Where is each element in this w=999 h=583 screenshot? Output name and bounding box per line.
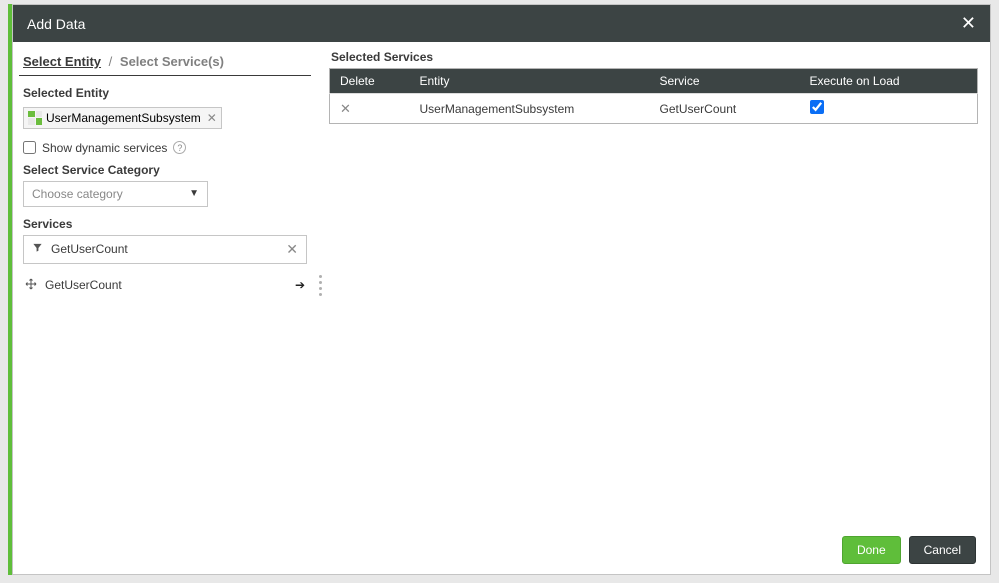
th-execute: Execute on Load	[800, 69, 978, 94]
show-dynamic-label: Show dynamic services	[42, 141, 167, 155]
panel-splitter[interactable]	[315, 42, 325, 528]
selected-entity-label: Selected Entity	[23, 86, 307, 100]
th-entity: Entity	[410, 69, 650, 94]
done-button[interactable]: Done	[842, 536, 901, 564]
services-filter-input[interactable]	[51, 242, 278, 256]
breadcrumb-separator: /	[109, 54, 113, 69]
modal-footer: Done Cancel	[13, 528, 990, 574]
category-dropdown[interactable]: Choose category ▼	[23, 181, 208, 207]
left-panel: Select Entity / Select Service(s) Select…	[13, 42, 315, 528]
selected-entity-chip[interactable]: UserManagementSubsystem ✕	[23, 107, 222, 129]
help-icon[interactable]: ?	[173, 141, 186, 154]
close-icon[interactable]: ✕	[961, 13, 976, 34]
breadcrumb: Select Entity / Select Service(s)	[19, 50, 311, 76]
modal-header: Add Data ✕	[13, 5, 990, 42]
service-item[interactable]: GetUserCount ➔	[19, 270, 311, 301]
entity-icon	[28, 111, 42, 125]
modal-title: Add Data	[27, 16, 85, 32]
delete-row-icon[interactable]: ✕	[340, 101, 351, 116]
execute-on-load-checkbox[interactable]	[810, 100, 824, 114]
arrow-right-icon[interactable]: ➔	[295, 278, 305, 292]
select-category-label: Select Service Category	[23, 163, 307, 177]
th-delete: Delete	[330, 69, 410, 94]
cell-service: GetUserCount	[650, 94, 800, 124]
table-row: ✕ UserManagementSubsystem GetUserCount	[330, 94, 978, 124]
cell-entity: UserManagementSubsystem	[410, 94, 650, 124]
cancel-button[interactable]: Cancel	[909, 536, 976, 564]
add-data-modal: Add Data ✕ Select Entity / Select Servic…	[12, 4, 991, 575]
modal-accent-bar	[8, 4, 12, 575]
breadcrumb-select-services: Select Service(s)	[120, 54, 224, 69]
filter-clear-icon[interactable]: ✕	[286, 241, 298, 258]
service-item-label: GetUserCount	[45, 278, 122, 292]
services-label: Services	[23, 217, 307, 231]
breadcrumb-select-entity[interactable]: Select Entity	[23, 54, 101, 69]
show-dynamic-checkbox[interactable]	[23, 141, 36, 154]
services-filter: ✕	[23, 235, 307, 264]
move-icon	[25, 278, 37, 293]
selected-services-label: Selected Services	[329, 50, 978, 64]
chevron-down-icon: ▼	[189, 188, 199, 199]
th-service: Service	[650, 69, 800, 94]
category-placeholder: Choose category	[32, 187, 123, 201]
modal-body: Select Entity / Select Service(s) Select…	[13, 42, 990, 528]
entity-chip-clear-icon[interactable]: ✕	[207, 111, 217, 125]
right-panel: Selected Services Delete Entity Service …	[325, 42, 990, 528]
selected-services-table: Delete Entity Service Execute on Load ✕ …	[329, 68, 978, 124]
show-dynamic-row: Show dynamic services ?	[23, 141, 307, 155]
filter-icon	[32, 242, 43, 256]
entity-chip-name: UserManagementSubsystem	[46, 111, 201, 125]
